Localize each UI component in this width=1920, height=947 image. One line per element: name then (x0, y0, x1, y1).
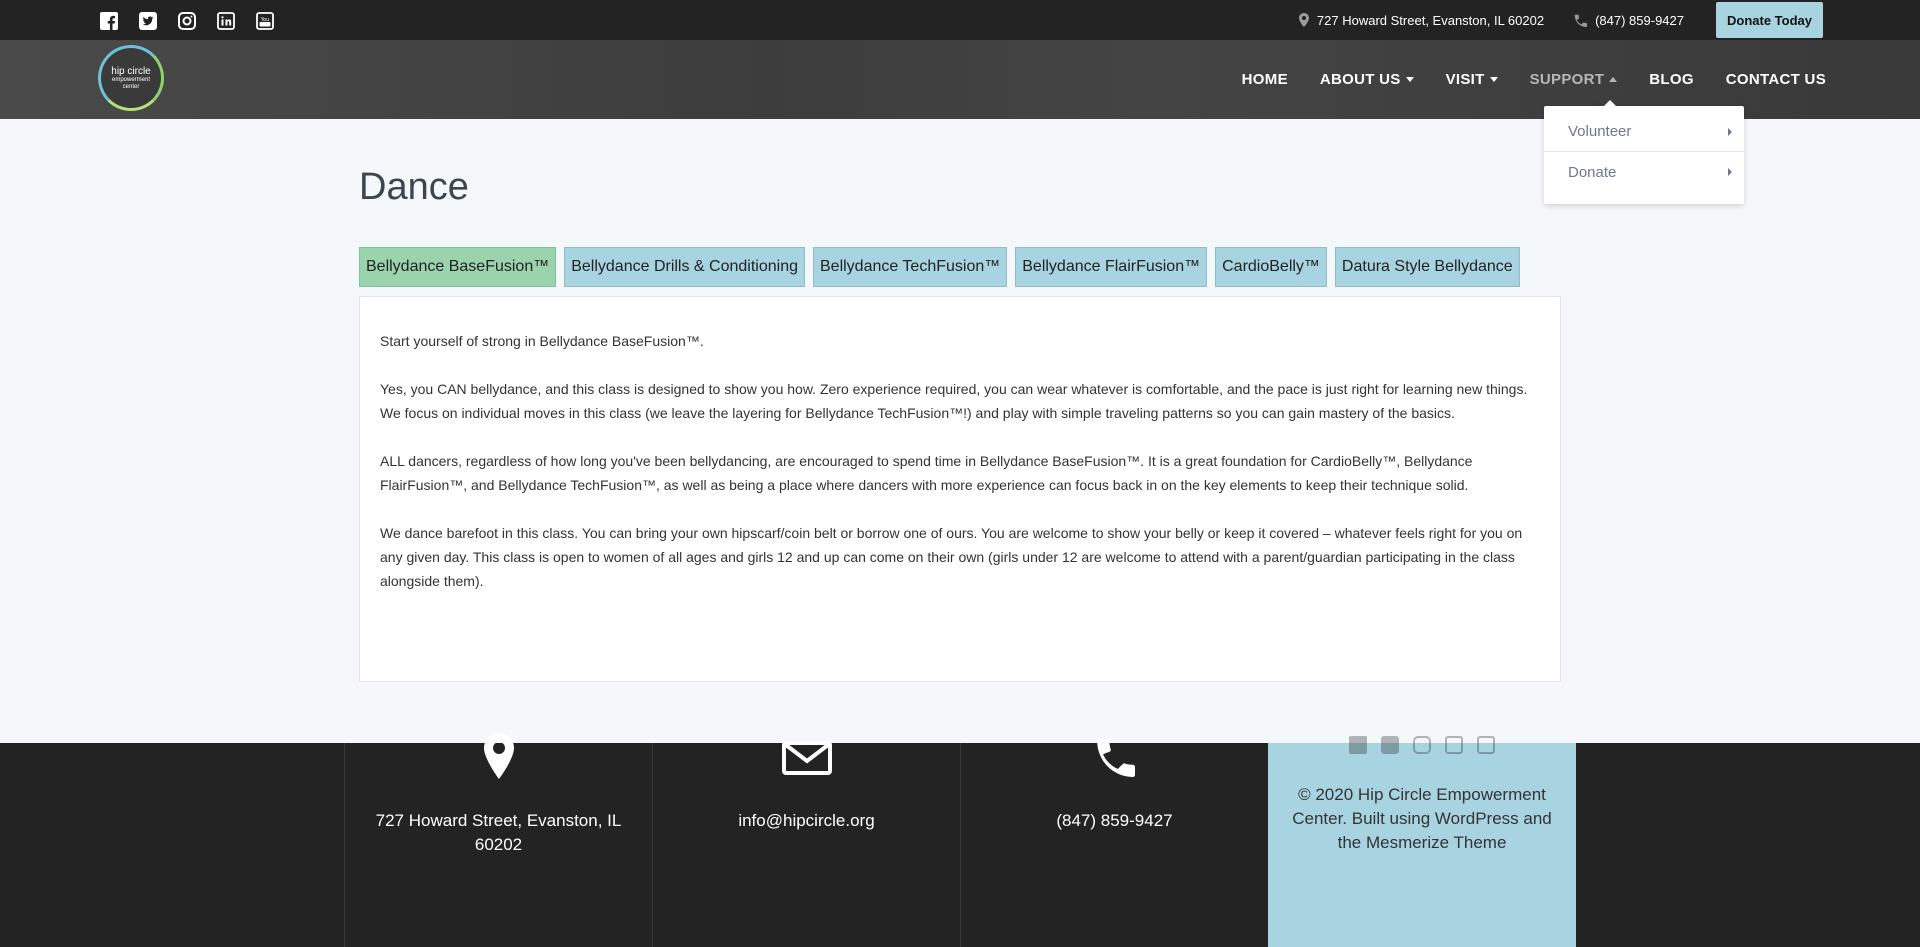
twitter-icon[interactable] (137, 11, 159, 31)
top-address: 727 Howard Street, Evanston, IL 60202 (1298, 12, 1545, 28)
envelope-icon (653, 741, 960, 775)
tab-bellydance-techfusion[interactable]: Bellydance TechFusion™ (813, 247, 1008, 287)
dropdown-item-volunteer[interactable]: Volunteer (1544, 112, 1744, 152)
logo-line2: empowerment (111, 76, 150, 83)
logo-line3: center (122, 83, 140, 90)
footer-phone[interactable]: (847) 859-9427 (981, 809, 1248, 833)
nav-about-us[interactable]: ABOUT US (1320, 71, 1414, 88)
top-phone-text: (847) 859-9427 (1595, 12, 1684, 28)
content-paragraph: We dance barefoot in this class. You can… (380, 525, 1523, 589)
nav-support-label: SUPPORT (1529, 71, 1605, 88)
footer-email[interactable]: info@hipcircle.org (673, 809, 940, 833)
tab-bellydance-basefusion[interactable]: Bellydance BaseFusion™ (359, 247, 557, 287)
tab-content-panel: Start yourself of strong in Bellydance B… (359, 296, 1561, 682)
nav-visit-label: VISIT (1445, 71, 1485, 88)
location-pin-icon (1298, 13, 1309, 27)
dropdown-item-donate[interactable]: Donate (1544, 152, 1744, 192)
logo-line1: hip circle (111, 65, 151, 77)
nav-contact-us[interactable]: CONTACT US (1726, 71, 1826, 88)
top-bar: You 727 Howard Street, Evanston, IL 6020… (0, 0, 1920, 40)
phone-icon (1574, 14, 1588, 27)
caret-down-icon (1405, 77, 1414, 82)
donate-today-button[interactable]: Donate Today (1716, 2, 1823, 38)
nav-about-us-label: ABOUT US (1319, 71, 1401, 88)
location-pin-icon (345, 733, 652, 779)
footer-copyright-column: © 2020 Hip Circle Empowerment Center. Bu… (1268, 736, 1576, 947)
site-logo[interactable]: hip circle empowerment center (98, 45, 164, 111)
linkedin-icon[interactable] (1443, 735, 1465, 755)
footer-phone-column: (847) 859-9427 (960, 739, 1268, 947)
footer-email-column: info@hipcircle.org (652, 741, 960, 947)
class-tabs: Bellydance BaseFusion™ Bellydance Drills… (359, 247, 1520, 287)
phone-icon (961, 737, 1268, 777)
content-paragraph: Start yourself of strong in Bellydance B… (380, 333, 704, 349)
top-phone: (847) 859-9427 (1574, 13, 1684, 28)
footer-address: 727 Howard Street, Evanston, IL 60202 (375, 811, 622, 854)
footer-copyright: © 2020 Hip Circle Empowerment Center. Bu… (1292, 785, 1552, 852)
tab-datura-style[interactable]: Datura Style Bellydance (1334, 247, 1520, 287)
facebook-icon[interactable] (1347, 735, 1369, 755)
footer-address-column: 727 Howard Street, Evanston, IL 60202 (344, 733, 652, 947)
chevron-right-icon (1728, 127, 1732, 136)
linkedin-icon[interactable] (215, 11, 237, 31)
caret-down-icon (1489, 77, 1498, 82)
nav-contact-us-label: CONTACT US (1725, 71, 1826, 88)
instagram-icon[interactable] (1411, 735, 1433, 755)
nav-blog-label: BLOG (1649, 71, 1694, 88)
top-contact: 727 Howard Street, Evanston, IL 60202 (8… (1298, 0, 1684, 40)
facebook-icon[interactable] (98, 11, 120, 31)
twitter-icon[interactable] (1379, 735, 1401, 755)
content-paragraph: ALL dancers, regardless of how long you'… (380, 453, 1473, 493)
caret-up-icon (1609, 77, 1618, 82)
instagram-icon[interactable] (176, 11, 198, 31)
nav-home-label: HOME (1241, 71, 1288, 88)
youtube-icon[interactable]: You (254, 11, 276, 31)
dropdown-donate-label: Donate (1568, 163, 1617, 181)
tab-bellydance-drills[interactable]: Bellydance Drills & Conditioning (564, 247, 805, 287)
dropdown-volunteer-label: Volunteer (1568, 123, 1632, 140)
nav-visit[interactable]: VISIT (1446, 71, 1498, 88)
tab-bellydance-flairfusion[interactable]: Bellydance FlairFusion™ (1015, 247, 1208, 287)
footer-social-links (1268, 735, 1576, 755)
content-paragraph: Yes, you CAN bellydance, and this class … (380, 381, 1528, 421)
youtube-icon[interactable] (1475, 735, 1497, 755)
tab-cardiobelly[interactable]: CardioBelly™ (1215, 247, 1327, 287)
social-links: You (98, 11, 276, 31)
nav-home[interactable]: HOME (1242, 71, 1288, 88)
page-title: Dance (359, 166, 469, 208)
support-dropdown: Volunteer Donate (1544, 100, 1744, 204)
nav-support[interactable]: SUPPORT (1530, 71, 1618, 88)
top-address-text: 727 Howard Street, Evanston, IL 60202 (1316, 12, 1545, 28)
chevron-right-icon (1728, 168, 1732, 176)
nav-blog[interactable]: BLOG (1649, 71, 1694, 88)
